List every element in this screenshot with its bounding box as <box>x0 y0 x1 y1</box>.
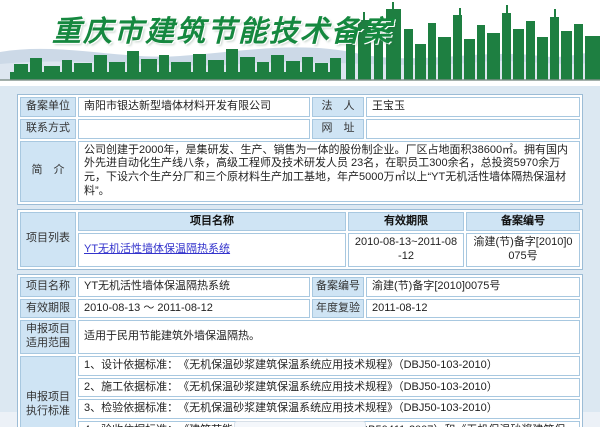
standard-item-2: 2、施工依据标准： 《无机保温砂浆建筑保温系统应用技术规程》（DBJ50-103… <box>78 378 580 398</box>
filing-unit-value: 南阳市银达新型墙体材料开发有限公司 <box>78 97 310 117</box>
table-row: 有效期限 2010-08-13 ～ 2011-08-12 年度复验 2011-0… <box>20 299 580 319</box>
column-header-number: 备案编号 <box>466 212 580 232</box>
content-area: 备案单位 南阳市银达新型墙体材料开发有限公司 法 人 王宝玉 联系方式 网 址 … <box>0 86 600 427</box>
table-row: 项目列表 项目名称 有效期限 备案编号 <box>20 212 580 232</box>
project-link[interactable]: YT无机活性墙体保温隔热系统 <box>84 243 230 255</box>
scope-value: 适用于民用节能建筑外墙保温隔热。 <box>78 320 580 354</box>
website-label: 网 址 <box>312 119 364 139</box>
project-list-cell-name: YT无机活性墙体保温隔热系统 <box>78 233 346 267</box>
website-value <box>366 119 580 139</box>
valid-period-label: 有效期限 <box>20 299 76 319</box>
legal-person-label: 法 人 <box>312 97 364 117</box>
standard-item-1: 1、设计依据标准： 《无机保温砂浆建筑保温系统应用技术规程》（DBJ50-103… <box>78 356 580 376</box>
company-info-table: 备案单位 南阳市银达新型墙体材料开发有限公司 法 人 王宝玉 联系方式 网 址 … <box>17 94 583 205</box>
filing-unit-label: 备案单位 <box>20 97 76 117</box>
table-row: 联系方式 网 址 <box>20 119 580 139</box>
table-row: 项目名称 YT无机活性墙体保温隔热系统 备案编号 渝建(节)备字[2010]00… <box>20 277 580 297</box>
table-row: 申报项目 适用范围 适用于民用节能建筑外墙保温隔热。 <box>20 320 580 354</box>
annual-recheck-value: 2011-08-12 <box>366 299 580 319</box>
page-banner: 重庆市建筑节能技术备案 <box>0 0 600 86</box>
project-list-table: 项目列表 项目名称 有效期限 备案编号 YT无机活性墙体保温隔热系统 2010-… <box>17 209 583 270</box>
standards-label: 申报项目 执行标准 <box>20 356 76 427</box>
project-list-label: 项目列表 <box>20 212 76 267</box>
scope-label: 申报项目 适用范围 <box>20 320 76 354</box>
standard-item-3: 3、检验依据标准： 《无机保温砂浆建筑保温系统应用技术规程》（DBJ50-103… <box>78 399 580 419</box>
valid-period-value: 2010-08-13 ～ 2011-08-12 <box>78 299 310 319</box>
table-row: 2、施工依据标准： 《无机保温砂浆建筑保温系统应用技术规程》（DBJ50-103… <box>20 378 580 398</box>
table-row: 简 介 公司创建于2000年，是集研发、生产、销售为一体的股份制企业。厂区占地面… <box>20 141 580 202</box>
table-row: 3、检验依据标准： 《无机保温砂浆建筑保温系统应用技术规程》（DBJ50-103… <box>20 399 580 419</box>
intro-value: 公司创建于2000年，是集研发、生产、销售为一体的股份制企业。厂区占地面积386… <box>78 141 580 202</box>
bottom-partial-element[interactable] <box>234 421 366 427</box>
table-row: 备案单位 南阳市银达新型墙体材料开发有限公司 法 人 王宝玉 <box>20 97 580 117</box>
contact-value <box>78 119 310 139</box>
ground-line <box>0 79 600 81</box>
page-title: 重庆市建筑节能技术备案 <box>52 8 393 50</box>
project-name-label: 项目名称 <box>20 277 76 297</box>
page: 重庆市建筑节能技术备案 备案单位 南阳市银达新型墙体材料开发有限公司 法 人 王… <box>0 0 600 427</box>
contact-label: 联系方式 <box>20 119 76 139</box>
column-header-name: 项目名称 <box>78 212 346 232</box>
table-row: 申报项目 执行标准 1、设计依据标准： 《无机保温砂浆建筑保温系统应用技术规程》… <box>20 356 580 376</box>
project-list-cell-period: 2010-08-13~2011-08-12 <box>348 233 464 267</box>
record-number-label: 备案编号 <box>312 277 364 297</box>
project-detail-table: 项目名称 YT无机活性墙体保温隔热系统 备案编号 渝建(节)备字[2010]00… <box>17 274 583 427</box>
intro-label: 简 介 <box>20 141 76 202</box>
column-header-period: 有效期限 <box>348 212 464 232</box>
table-row: YT无机活性墙体保温隔热系统 2010-08-13~2011-08-12 渝建(… <box>20 233 580 267</box>
legal-person-value: 王宝玉 <box>366 97 580 117</box>
project-name-value: YT无机活性墙体保温隔热系统 <box>78 277 310 297</box>
project-list-cell-number: 渝建(节)备字[2010]0075号 <box>466 233 580 267</box>
annual-recheck-label: 年度复验 <box>312 299 364 319</box>
record-number-value: 渝建(节)备字[2010]0075号 <box>366 277 580 297</box>
